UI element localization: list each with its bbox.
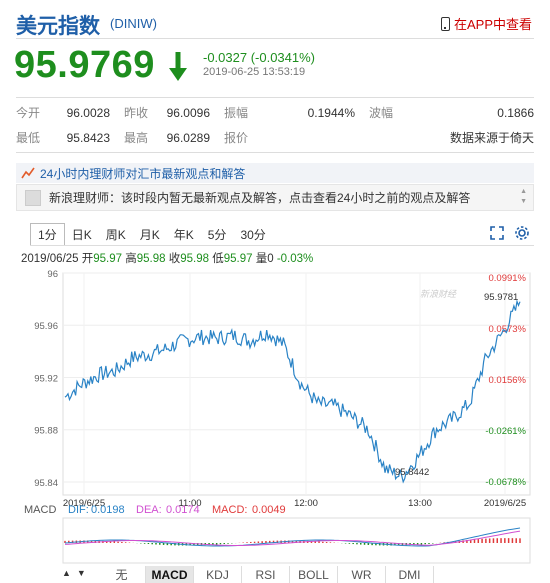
macd-dif-label: DIF:: [68, 504, 89, 516]
ohlc-readout: 2019/06/25 开95.97 高95.98 收95.98 低95.97 量…: [21, 250, 313, 266]
price-chart[interactable]: 新浪财经 9695.9695.9295.8895.84 0.0991%0.057…: [0, 265, 550, 565]
ohlc-low-label: 低: [212, 253, 224, 265]
nav-up-icon[interactable]: ▲: [62, 568, 71, 578]
indicator-dmi[interactable]: DMI: [386, 566, 434, 583]
indicator-macd[interactable]: MACD: [146, 566, 194, 583]
prev-close-value: 96.0096: [166, 105, 210, 120]
symbol-code: (DINIW): [110, 16, 157, 31]
low-label: 最低: [16, 131, 41, 145]
nav-arrows: ▲ ▼: [62, 568, 86, 578]
indicator-tabs: 无 MACD KDJ RSI BOLL WR DMI: [98, 566, 434, 583]
chart-period-tabs: 1分 日K 周K 月K 年K 5分 30分: [30, 223, 273, 245]
tab-30min[interactable]: 30分: [233, 223, 272, 245]
indicator-none[interactable]: 无: [98, 566, 146, 583]
macd-dea: 0.0174: [166, 504, 200, 516]
ohlc-change: -0.03%: [276, 253, 314, 265]
chart-frame: [62, 272, 531, 496]
macd-value: 0.0049: [252, 504, 286, 516]
ohlc-open-label: 开: [81, 253, 94, 265]
low-price-label: 95.8442: [395, 467, 429, 478]
y-tick-label: 95.96: [34, 321, 58, 332]
settings-icon[interactable]: [515, 226, 529, 240]
tab-yearly[interactable]: 年K: [167, 223, 201, 245]
tab-5min[interactable]: 5分: [201, 223, 234, 245]
quote-label: 报价: [224, 131, 249, 145]
tab-daily[interactable]: 日K: [65, 223, 99, 245]
stats-row: 最低 95.8423 最高 96.0289 报价 数据来源于倚天: [16, 125, 534, 150]
amplitude-value: 0.1944%: [307, 105, 355, 120]
x-tick-label: 2019/6/25: [484, 498, 526, 509]
pct-tick-label: -0.0261%: [485, 426, 526, 437]
x-tick-label: 12:00: [294, 498, 318, 509]
tab-1min[interactable]: 1分: [30, 223, 65, 245]
indicator-rsi[interactable]: RSI: [242, 566, 290, 583]
header-divider: [16, 38, 534, 39]
tab-monthly[interactable]: 月K: [133, 223, 167, 245]
arrow-down-icon: [169, 52, 187, 81]
nav-down-icon[interactable]: ▼: [77, 568, 86, 578]
pct-tick-label: 0.0156%: [488, 375, 526, 386]
stats-row: 今开 96.0028 昨收 96.0096 振幅 0.1944% 波幅 0.18…: [16, 100, 534, 125]
wave-label: 波幅: [369, 106, 394, 120]
high-value: 96.0289: [166, 130, 210, 145]
advisor-news-bar[interactable]: 24小时内理财师对汇市最新观点和解答: [16, 163, 534, 183]
macd-dea-label: DEA:: [136, 504, 162, 516]
tabs-underline: [30, 245, 534, 246]
price-change: -0.0327 (-0.0341%): [203, 50, 316, 65]
open-in-app-label: 在APP中查看: [453, 17, 532, 32]
data-source: 数据来源于倚天: [449, 131, 534, 145]
wave-value: 0.1866: [497, 105, 534, 120]
y-tick-label: 95.92: [34, 373, 58, 384]
indicator-wr[interactable]: WR: [338, 566, 386, 583]
ohlc-high-label: 高: [125, 253, 137, 265]
high-label: 最高: [124, 131, 149, 145]
trend-icon: [21, 167, 35, 179]
scroll-arrows-icon[interactable]: ▲ ▼: [520, 187, 527, 207]
indicator-kdj[interactable]: KDJ: [194, 566, 242, 583]
pct-tick-label: 0.0991%: [488, 273, 526, 284]
last-price-label: 95.9781: [484, 292, 518, 303]
avatar: [25, 189, 41, 206]
y-tick-label: 95.88: [34, 426, 58, 437]
prev-close-label: 昨收: [124, 106, 149, 120]
macd-value-label: MACD:: [212, 504, 247, 516]
ohlc-vol: 0: [267, 253, 274, 265]
ohlc-low: 95.97: [223, 253, 253, 265]
tab-weekly[interactable]: 周K: [99, 223, 133, 245]
stats-divider-top: [16, 97, 534, 98]
macd-dif: 0.0198: [91, 504, 125, 516]
ohlc-high: 95.98: [136, 253, 166, 265]
ohlc-open: 95.97: [93, 253, 123, 265]
open-in-app-link[interactable]: 在APP中查看: [440, 14, 532, 33]
advisor-news-title: 24小时内理财师对汇市最新观点和解答: [40, 166, 246, 181]
page-title: 美元指数: [16, 15, 100, 38]
quote-time: 2019-06-25 13:53:19: [203, 66, 306, 78]
open-label: 今开: [16, 106, 41, 120]
open-value: 96.0028: [66, 105, 110, 120]
stats-table: 今开 96.0028 昨收 96.0096 振幅 0.1944% 波幅 0.18…: [16, 100, 534, 150]
low-value: 95.8423: [66, 130, 110, 145]
phone-icon: [440, 16, 450, 31]
dea-line: [64, 530, 521, 546]
current-price: 95.9769: [14, 44, 155, 86]
pct-tick-label: -0.0678%: [485, 477, 526, 488]
y-tick-label: 95.84: [34, 478, 58, 489]
advisor-news-item[interactable]: 新浪理财师：该时段内暂无最新观点及解答，点击查看24小时之前的观点及解答 ▲ ▼: [16, 184, 534, 211]
ohlc-date: 2019/06/25: [21, 253, 79, 265]
stats-divider-bottom: [16, 152, 534, 153]
advisor-news-text: 新浪理财师：该时段内暂无最新观点及解答，点击查看24小时之前的观点及解答: [49, 191, 471, 205]
amplitude-label: 振幅: [224, 106, 249, 120]
chart-watermark: 新浪财经: [420, 289, 457, 299]
indicator-boll[interactable]: BOLL: [290, 566, 338, 583]
y-tick-label: 96: [47, 269, 58, 280]
macd-title: MACD: [24, 504, 56, 516]
fullscreen-icon[interactable]: [490, 226, 504, 240]
ohlc-close-label: 收: [168, 253, 181, 265]
ohlc-vol-label: 量: [255, 253, 268, 265]
ohlc-close: 95.98: [180, 253, 210, 265]
x-tick-label: 13:00: [408, 498, 432, 509]
